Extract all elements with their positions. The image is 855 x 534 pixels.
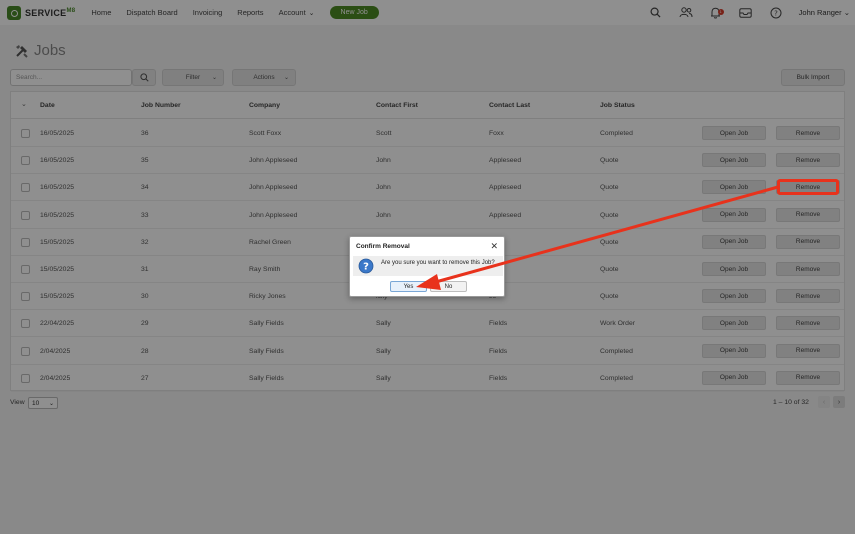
close-icon[interactable]: ✕	[490, 241, 498, 252]
yes-button[interactable]: Yes	[390, 281, 427, 292]
annotation-highlight-box	[777, 179, 839, 195]
dialog-title: Confirm Removal	[356, 243, 410, 250]
svg-text:?: ?	[363, 262, 369, 273]
dialog-body: ? Are you sure you want to remove this J…	[353, 256, 503, 276]
confirm-removal-dialog: Confirm Removal ✕ ? Are you sure you wan…	[349, 236, 505, 297]
question-icon: ?	[358, 258, 374, 274]
dialog-message: Are you sure you want to remove this Job…	[381, 260, 495, 266]
no-button[interactable]: No	[430, 281, 467, 292]
